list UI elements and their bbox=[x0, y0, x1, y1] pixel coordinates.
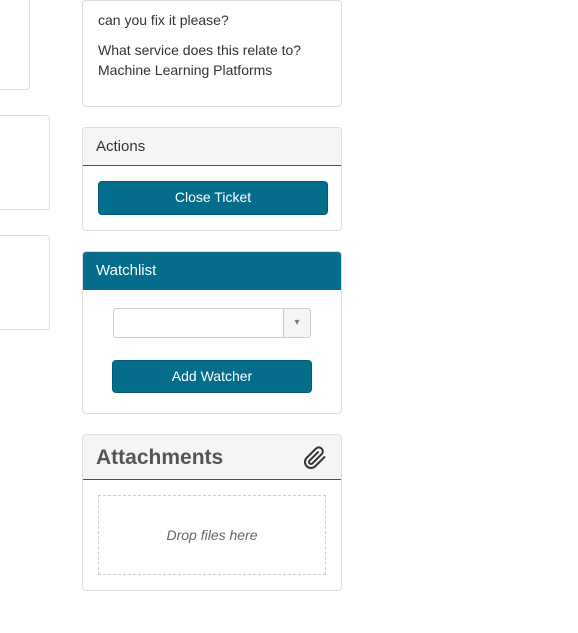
description-body: can you fix it please? What service does… bbox=[98, 11, 326, 81]
watchlist-heading: Watchlist bbox=[83, 252, 341, 290]
actions-heading: Actions bbox=[83, 128, 341, 166]
actions-panel: Actions Close Ticket bbox=[82, 127, 342, 231]
watchlist-panel: Watchlist ▾ Add Watcher bbox=[82, 251, 342, 415]
attachments-dropzone[interactable]: Drop files here bbox=[98, 495, 326, 575]
watcher-select-caret[interactable]: ▾ bbox=[283, 308, 311, 338]
dropzone-text: Drop files here bbox=[166, 527, 257, 543]
description-service-block: What service does this relate to? Machin… bbox=[98, 41, 326, 81]
sidebar-panel-ghost-2 bbox=[0, 115, 50, 210]
sidebar-panel-ghost-1 bbox=[0, 0, 30, 90]
description-question: What service does this relate to? bbox=[98, 42, 301, 58]
attachments-heading: Attachments bbox=[96, 446, 223, 470]
watcher-select-row: ▾ bbox=[98, 308, 326, 338]
attachments-heading-row: Attachments bbox=[83, 435, 341, 480]
watcher-select-input[interactable] bbox=[113, 308, 283, 338]
chevron-down-icon: ▾ bbox=[294, 317, 299, 328]
main-column: can you fix it please? What service does… bbox=[82, 0, 342, 611]
description-text-1: can you fix it please? bbox=[98, 11, 326, 31]
close-ticket-button[interactable]: Close Ticket bbox=[98, 181, 328, 215]
description-answer: Machine Learning Platforms bbox=[98, 62, 272, 78]
paperclip-icon[interactable] bbox=[302, 445, 328, 471]
actions-body: Close Ticket bbox=[83, 166, 341, 230]
watchlist-body: ▾ Add Watcher bbox=[83, 290, 341, 414]
attachments-panel: Attachments Drop files here bbox=[82, 434, 342, 591]
sidebar-panel-ghost-3 bbox=[0, 235, 50, 330]
description-panel: can you fix it please? What service does… bbox=[82, 0, 342, 107]
add-watcher-button[interactable]: Add Watcher bbox=[112, 360, 312, 394]
